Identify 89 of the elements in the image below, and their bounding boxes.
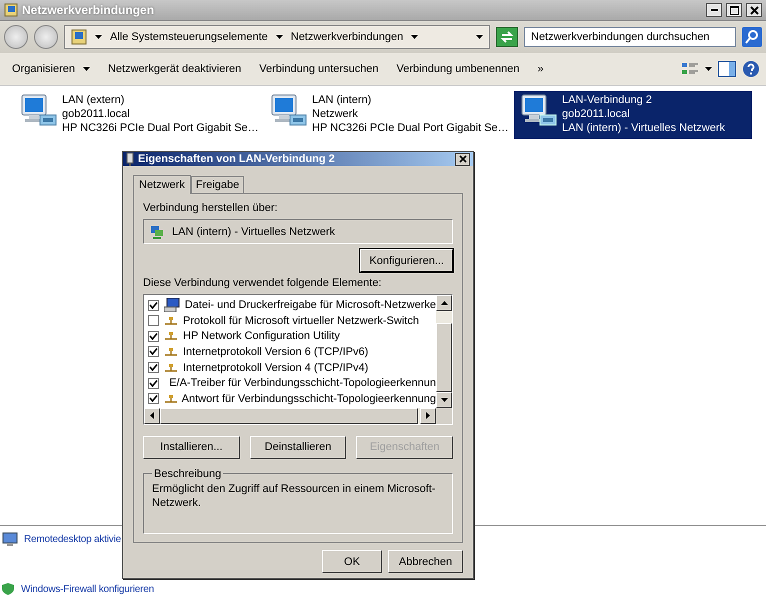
tab[interactable]: Netzwerk: [133, 175, 191, 194]
connection-item[interactable]: LAN (intern) Netzwerk HP NC326i PCIe Dual Port Gigabit Se…: [264, 91, 508, 139]
checkbox[interactable]: [148, 300, 159, 311]
refresh-icon[interactable]: [496, 27, 518, 47]
monitor-icon: [2, 532, 18, 546]
help-icon[interactable]: [742, 60, 760, 78]
connection-network: gob2011.local: [62, 107, 131, 121]
task-link[interactable]: Windows-Firewall konfigurieren: [21, 584, 154, 594]
protocol-icon: [164, 394, 177, 403]
elements-label: Diese Verbindung verwendet folgende Elemente:: [143, 277, 382, 290]
connection-network: Netzwerk: [312, 107, 359, 121]
element-label[interactable]: HP Network Configuration Utility: [183, 329, 340, 344]
element-label[interactable]: Internetprotokoll Version 6 (TCP/IPv6): [183, 344, 368, 359]
connection-adapter: LAN (intern) - Virtuelles Netzwerk: [562, 121, 726, 135]
toolbar-button[interactable]: »: [532, 60, 550, 78]
minimize-button[interactable]: [706, 3, 722, 17]
back-button[interactable]: [4, 25, 28, 49]
horizontal-scrollbar[interactable]: [144, 408, 436, 424]
checkbox[interactable]: [148, 315, 159, 326]
forward-button[interactable]: [34, 25, 58, 49]
network-adapter-icon: [150, 224, 164, 239]
maximize-icon: [730, 6, 738, 14]
close-icon: [750, 6, 758, 14]
network-folder-icon: [71, 29, 87, 45]
scroll-arrow-icon: [440, 398, 448, 402]
element-label[interactable]: Internetprotokoll Version 4 (TCP/IPv4): [183, 360, 368, 375]
description-text: Ermöglicht den Zugriff auf Ressourcen in einem Microsoft-Netzwerk.: [152, 482, 436, 510]
connect-label: Verbindung herstellen über:: [143, 202, 279, 214]
element-label[interactable]: Datei- und Druckerfreigabe für Microsoft-Netzwerke: [184, 298, 436, 312]
checkbox[interactable]: [148, 346, 159, 358]
connection-name: LAN (intern): [312, 93, 372, 107]
maximize-button[interactable]: [726, 3, 742, 17]
toolbar-button[interactable]: Verbindung umbenennen: [390, 60, 526, 78]
task-link[interactable]: Remotedesktop aktivie: [24, 534, 121, 544]
checkbox[interactable]: [148, 393, 159, 404]
dialog-button[interactable]: Abbrechen: [388, 550, 463, 573]
protocol-icon: [164, 348, 178, 356]
preview-pane-icon[interactable]: [718, 61, 736, 77]
computer-icon: [164, 298, 180, 312]
shield-icon: [1, 582, 15, 596]
dialog-button[interactable]: Deinstallieren: [250, 436, 346, 459]
search-icon[interactable]: [742, 27, 762, 47]
toolbar-button[interactable]: Organisieren: [6, 60, 96, 78]
address-bar[interactable]: Alle Systemsteuerungselemente Netzwerkverbindungen: [64, 25, 490, 49]
dialog-button[interactable]: OK: [322, 550, 382, 573]
connection-item[interactable]: LAN (extern) gob2011.local HP NC326i PCIe Dual Port Gigabit Se…: [14, 91, 258, 139]
checkbox[interactable]: [148, 378, 159, 389]
connection-name: LAN (extern): [62, 93, 126, 107]
dialog-button[interactable]: Installieren...: [143, 436, 240, 459]
connection-name: LAN-Verbindung 2: [562, 93, 653, 107]
breadcrumb[interactable]: Alle Systemsteuerungselemente: [110, 31, 268, 43]
tab[interactable]: Freigabe: [190, 176, 244, 193]
scroll-arrow-icon: [426, 412, 430, 420]
checkbox[interactable]: [148, 362, 159, 374]
caret-icon[interactable]: [95, 35, 102, 39]
scrollbar-corner: [436, 408, 452, 424]
connection-adapter: HP NC326i PCIe Dual Port Gigabit Se…: [312, 121, 509, 135]
description-title: Beschreibung: [153, 468, 222, 480]
caret-icon[interactable]: [276, 35, 283, 39]
checkbox[interactable]: [148, 330, 159, 342]
scroll-arrow-icon: [440, 301, 448, 306]
dialog-title: Eigenschaften von LAN-Verbindung 2: [138, 153, 336, 165]
view-options-icon[interactable]: [681, 61, 699, 77]
protocol-icon: [164, 316, 178, 325]
close-icon: [458, 155, 466, 163]
caret-icon[interactable]: [476, 35, 483, 39]
configure-button[interactable]: Konfigurieren...: [360, 249, 453, 272]
vertical-scrollbar[interactable]: [436, 295, 452, 408]
protocol-icon: [164, 332, 178, 340]
search-field[interactable]: Netzwerkverbindungen durchsuchen: [524, 27, 736, 47]
scroll-arrow-icon: [150, 412, 154, 420]
connection-adapter: HP NC326i PCIe Dual Port Gigabit Se…: [62, 121, 259, 135]
element-label[interactable]: Antwort für Verbindungsschicht-Topologieerkennung: [182, 392, 436, 406]
adapter-name: LAN (intern) - Virtuelles Netzwerk: [172, 226, 336, 238]
minimize-icon: [710, 9, 718, 11]
element-label[interactable]: E/A-Treiber für Verbindungsschicht-Topologieerkennun: [169, 376, 436, 390]
network-folder-icon: [4, 3, 18, 17]
close-button[interactable]: [455, 152, 470, 166]
window-title: Netzwerkverbindungen: [22, 3, 156, 17]
toolbar-button[interactable]: Verbindung untersuchen: [253, 60, 385, 78]
toolbar-button[interactable]: Netzwerkgerät deaktivieren: [102, 60, 248, 78]
connection-network: gob2011.local: [562, 107, 631, 121]
protocol-icon: [164, 364, 178, 372]
element-label[interactable]: Protokoll für Microsoft virtueller Netzwerk-Switch: [183, 314, 419, 328]
close-button[interactable]: [746, 3, 762, 17]
breadcrumb[interactable]: Netzwerkverbindungen: [290, 31, 404, 43]
caret-icon[interactable]: [705, 67, 712, 71]
connection-item[interactable]: LAN-Verbindung 2 gob2011.local LAN (intern) - Virtuelles Netzwerk: [514, 91, 752, 139]
caret-icon[interactable]: [411, 35, 418, 39]
